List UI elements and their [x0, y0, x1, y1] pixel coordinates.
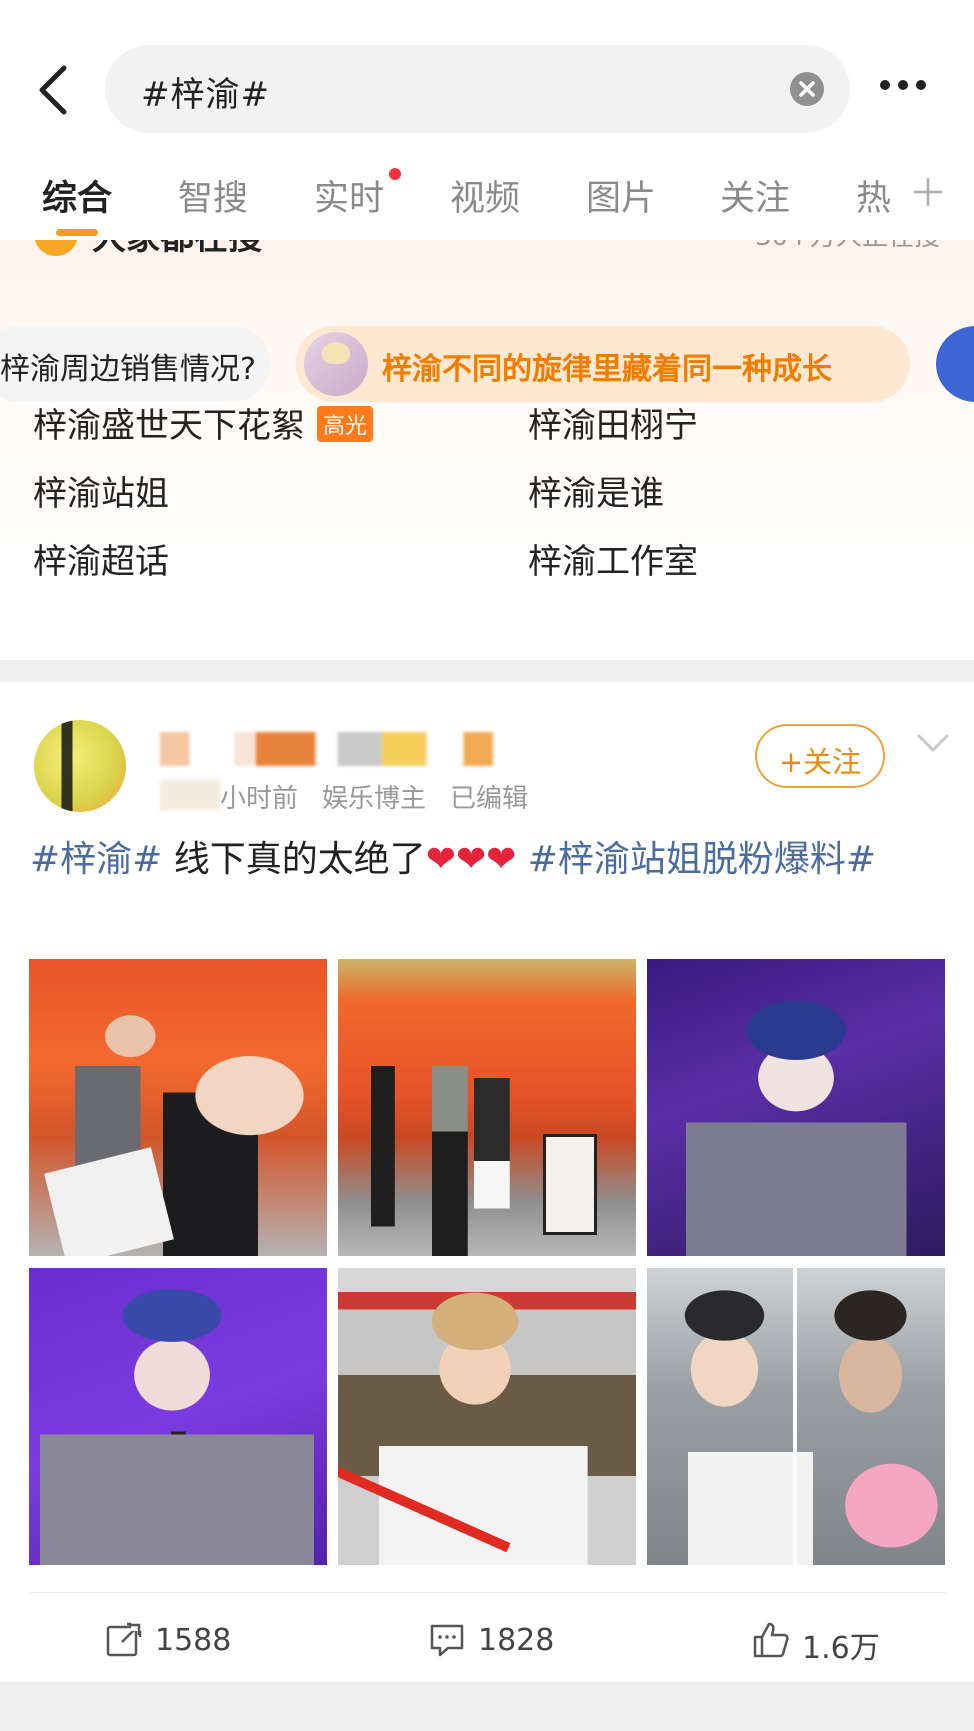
post-image[interactable]: [647, 1268, 945, 1565]
post-card: 小时前 娱乐博主 已编辑 +关注 #梓渝# 线下真的太绝了❤❤❤ #梓渝站姐脱粉爆料…: [0, 682, 974, 1682]
search-query: #梓渝#: [141, 75, 270, 115]
suggestion-chip-highlight[interactable]: 梓渝不同的旋律里藏着同一种成长: [296, 326, 910, 402]
keyword-item[interactable]: 梓渝工作室: [528, 534, 698, 583]
tab-comprehensive[interactable]: 综合: [42, 170, 112, 221]
section-divider: [0, 660, 974, 682]
clear-icon[interactable]: [790, 72, 824, 106]
suggestion-chip[interactable]: 梓渝周边销售情况?: [0, 326, 270, 402]
repost-count: 1588: [155, 1623, 232, 1658]
comment-count: 1828: [478, 1623, 555, 1658]
avatar[interactable]: [34, 720, 126, 812]
keyword-item[interactable]: 梓渝站姐: [33, 466, 169, 515]
add-tab-icon[interactable]: [910, 174, 946, 210]
top-bar: #梓渝#: [0, 0, 974, 140]
author-category: 娱乐博主: [322, 784, 427, 814]
post-image[interactable]: [29, 1268, 327, 1565]
follow-label: +关注: [778, 745, 862, 779]
keyword-item[interactable]: 梓渝超话: [33, 534, 169, 583]
post-actions: 1588 1828 1.6万: [30, 1592, 946, 1673]
keyword-label: 梓渝是谁: [528, 474, 664, 514]
keyword-item[interactable]: 梓渝是谁: [528, 466, 664, 515]
hot-section-title: 大家都在搜: [92, 240, 262, 259]
post-time: 小时前: [220, 784, 299, 814]
tab-hot[interactable]: 热: [856, 170, 891, 221]
tab-realtime[interactable]: 实时: [314, 170, 384, 221]
post-body: 线下真的太绝了: [162, 839, 426, 880]
edited-flag: 已编辑: [450, 784, 529, 814]
chip-label: 梓渝周边销售情况?: [0, 352, 256, 387]
suggestion-chip-logo[interactable]: [936, 326, 974, 402]
post-text: #梓渝# 线下真的太绝了❤❤❤ #梓渝站姐脱粉爆料#: [30, 832, 950, 888]
time-blurred: [160, 780, 220, 810]
tab-images[interactable]: 图片: [586, 170, 656, 221]
chevron-down-icon[interactable]: [916, 732, 950, 756]
hot-search-section: 大家都在搜 30+万人正在搜 梓渝周边销售情况? 梓渝不同的旋律里藏着同一种成长…: [0, 240, 974, 660]
keyword-item[interactable]: 梓渝盛世天下花絮 高光: [33, 398, 374, 447]
more-icon[interactable]: [880, 75, 936, 101]
hashtag-link[interactable]: #梓渝#: [30, 839, 162, 880]
highlight-badge: 高光: [317, 406, 374, 442]
hot-section-meta: 30+万人正在搜: [755, 240, 940, 253]
post-image[interactable]: [338, 1268, 636, 1565]
chip-label: 梓渝不同的旋律里藏着同一种成长: [382, 352, 832, 387]
thumbs-up-icon: [753, 1622, 789, 1658]
post-image[interactable]: [29, 959, 327, 1256]
keyword-label: 梓渝站姐: [33, 474, 169, 514]
keyword-label: 梓渝田栩宁: [528, 406, 698, 446]
like-count: 1.6万: [802, 1631, 880, 1666]
tab-smart-search[interactable]: 智搜: [178, 170, 248, 221]
follow-button[interactable]: +关注: [755, 724, 885, 788]
active-tab-indicator: [56, 229, 98, 236]
chip-avatar: [304, 332, 368, 396]
repost-icon: [106, 1621, 143, 1657]
keyword-label: 梓渝超话: [33, 542, 169, 582]
heart-emojis: ❤❤❤: [425, 839, 517, 880]
back-icon[interactable]: [34, 60, 74, 120]
post-image[interactable]: [647, 959, 945, 1256]
post-image[interactable]: [338, 959, 636, 1256]
section-divider: [0, 1682, 974, 1731]
notification-dot: [389, 168, 401, 180]
search-flame-icon: [34, 240, 78, 256]
search-input[interactable]: #梓渝#: [105, 45, 850, 133]
keyword-label: 梓渝盛世天下花絮: [33, 406, 305, 446]
tab-following[interactable]: 关注: [720, 170, 790, 221]
keyword-label: 梓渝工作室: [528, 542, 698, 582]
tab-video[interactable]: 视频: [450, 170, 520, 221]
hashtag-link[interactable]: #梓渝站姐脱粉爆料#: [516, 839, 876, 880]
post-meta: 小时前 娱乐博主 已编辑: [220, 778, 552, 815]
username-blurred[interactable]: [160, 732, 530, 766]
keyword-item[interactable]: 梓渝田栩宁: [528, 398, 698, 447]
image-grid: [29, 959, 946, 1565]
search-tabs: 综合 智搜 实时 视频 图片 关注 热: [0, 160, 974, 240]
comment-icon: [430, 1624, 464, 1657]
